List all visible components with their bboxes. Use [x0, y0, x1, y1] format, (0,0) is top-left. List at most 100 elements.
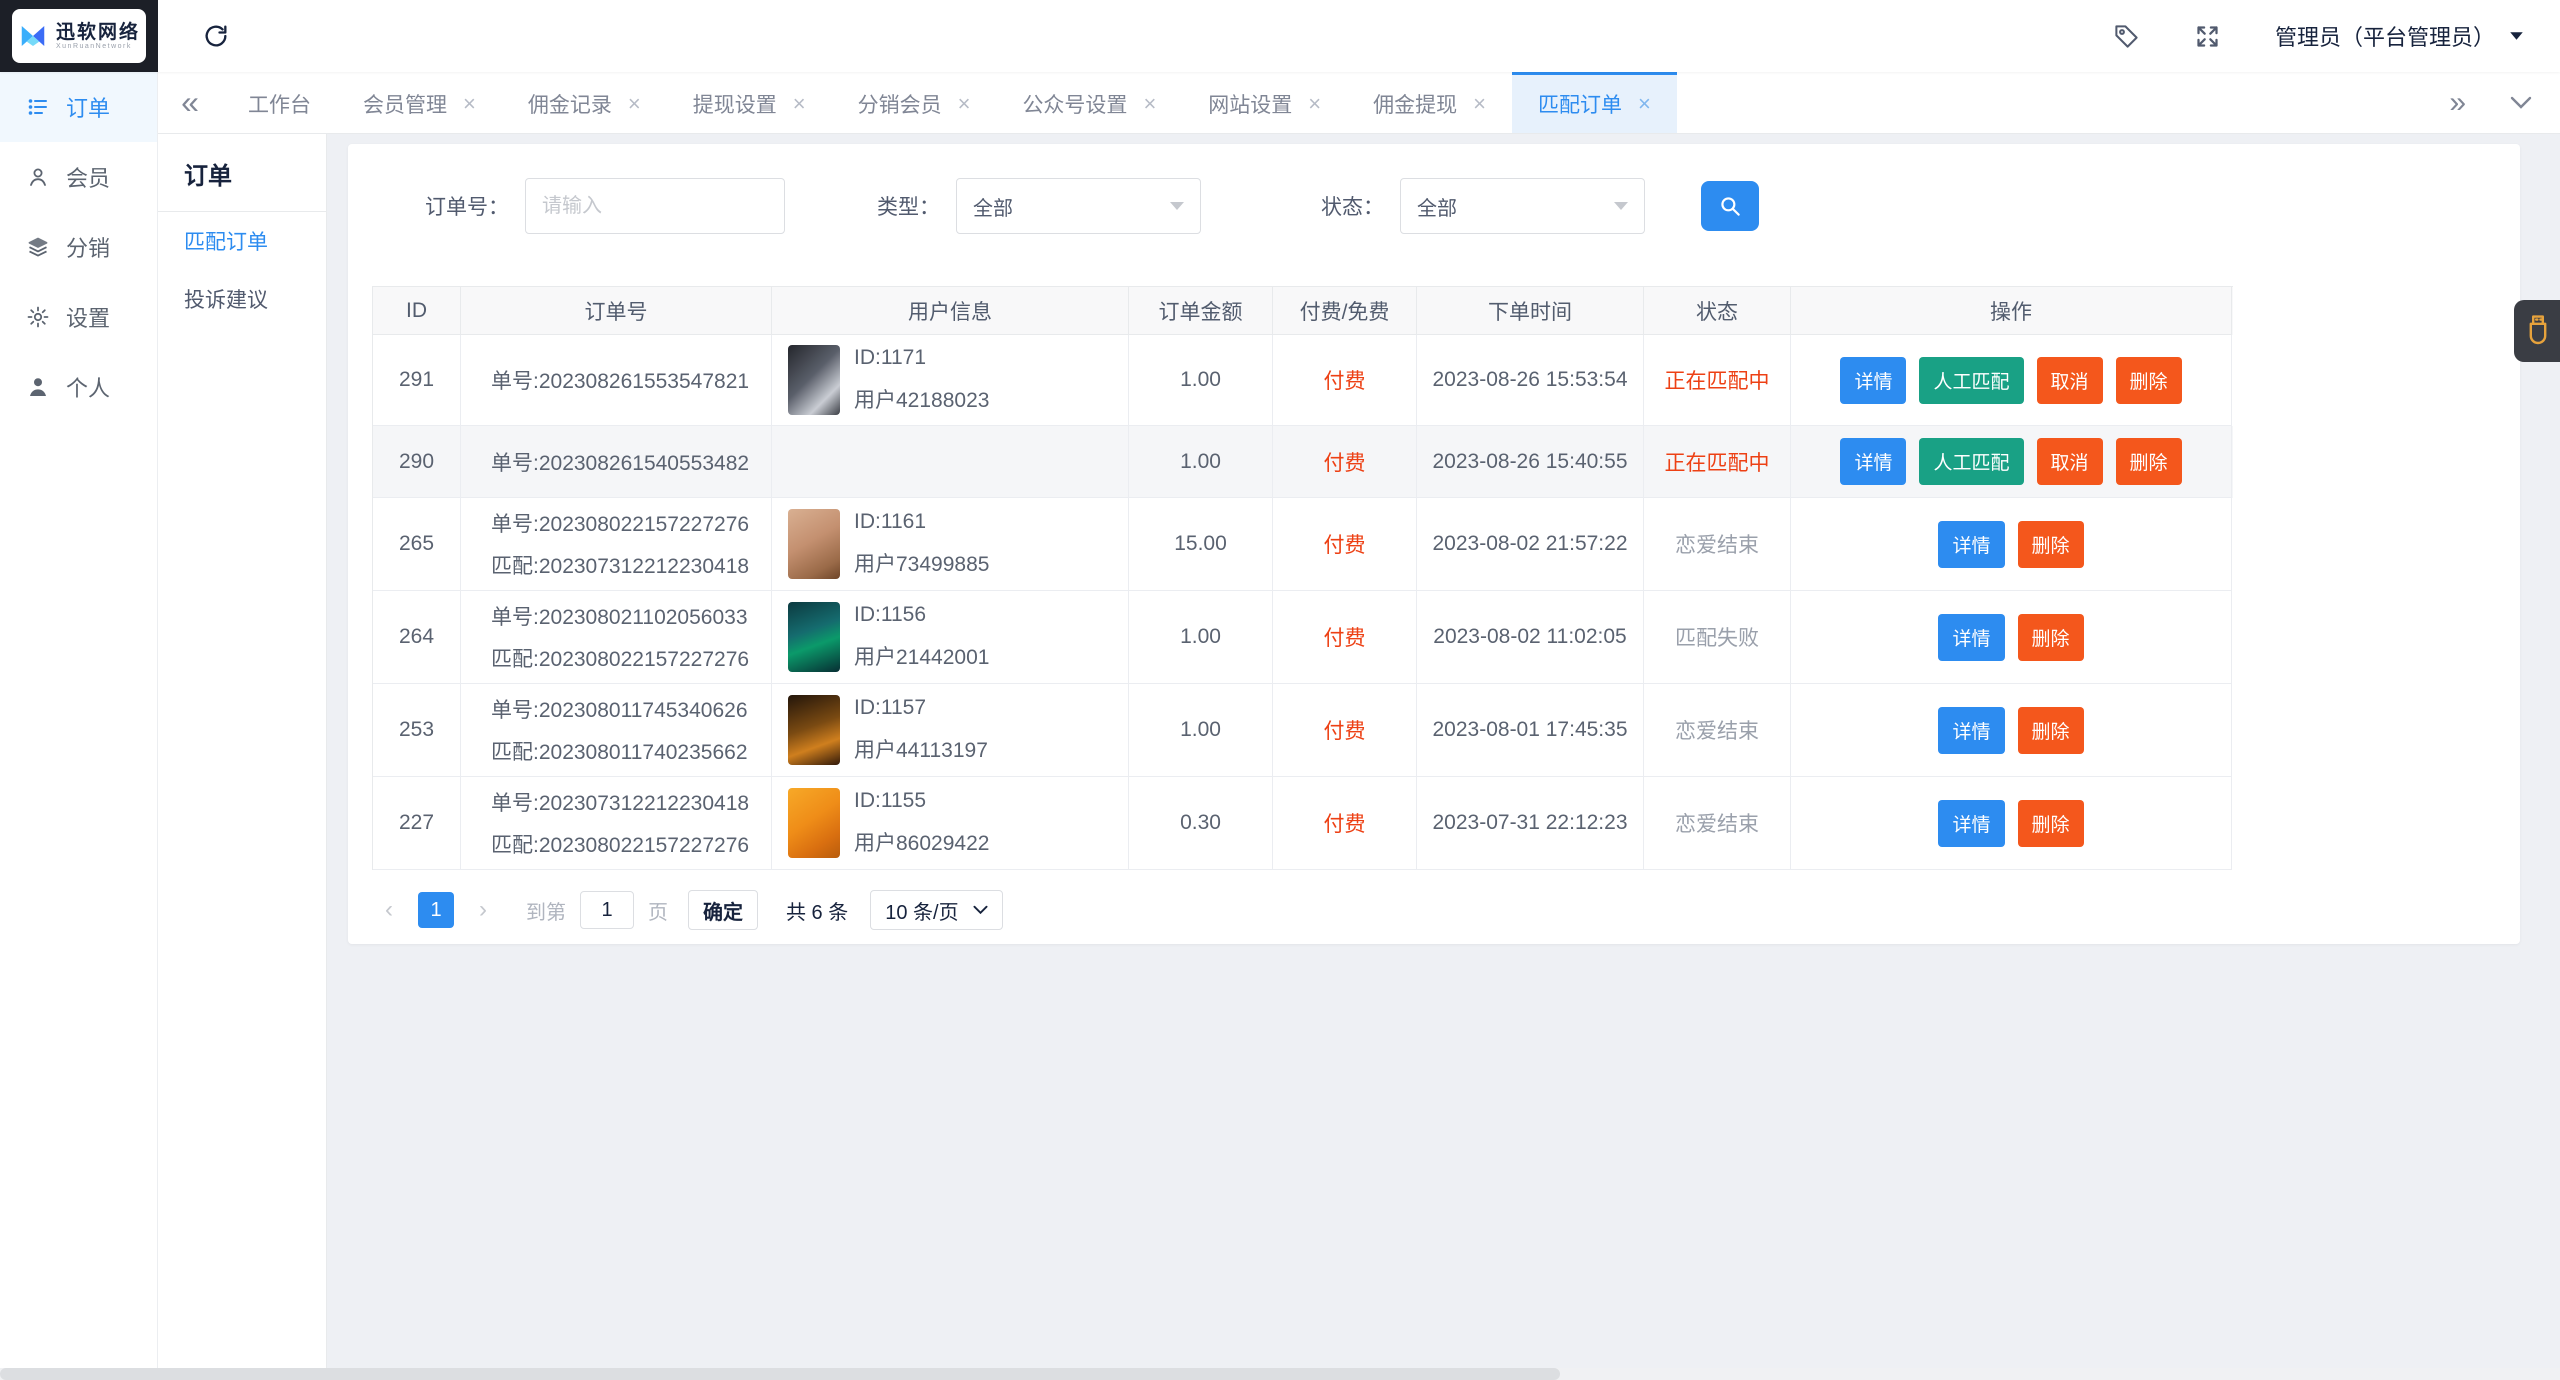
column-header: 用户信息 — [772, 287, 1129, 335]
detail-button[interactable]: 详情 — [1840, 438, 1907, 485]
detail-button[interactable]: 详情 — [1938, 520, 2005, 568]
order-no-input[interactable] — [525, 178, 785, 234]
cell-actions: 详情 人工匹配 取消 删除 — [1791, 335, 2232, 426]
user-name: 用户44113197 — [854, 739, 988, 762]
close-tab-icon[interactable]: × — [793, 93, 806, 115]
brand-logo[interactable]: 迅软网络 XunRuanNetwork — [12, 9, 146, 63]
sidebar-item-orders[interactable]: 订单 — [0, 72, 157, 142]
detail-button[interactable]: 详情 — [1938, 799, 2005, 847]
tab-item[interactable]: 网站设置 × — [1182, 72, 1347, 133]
next-page-icon[interactable]: › — [466, 892, 500, 928]
delete-order-button[interactable]: 删除 — [2017, 706, 2084, 754]
horizontal-scrollbar[interactable] — [0, 1368, 2560, 1380]
tab-label: 工作台 — [248, 94, 311, 117]
cell-id: 290 — [373, 426, 461, 498]
type-select-value: 全部 — [973, 197, 1013, 220]
order-no-label: 订单号： — [425, 196, 509, 219]
sidebar-item-distribution[interactable]: 分销 — [0, 212, 157, 282]
user-id: ID:1171 — [854, 346, 926, 369]
tab-item[interactable]: 会员管理 × — [337, 72, 502, 133]
cancel-order-button[interactable]: 取消 — [2036, 356, 2103, 404]
delete-order-button[interactable]: 删除 — [2017, 520, 2084, 568]
tab-label: 网站设置 — [1208, 94, 1293, 117]
goto-page-input[interactable] — [580, 891, 634, 929]
cell-order-no: 单号:202308261553547821 — [461, 335, 772, 426]
scroll-tabs-right-icon[interactable]: » — [2449, 86, 2466, 120]
confirm-page-button[interactable]: 确定 — [688, 890, 758, 930]
scrollbar-thumb[interactable] — [0, 1368, 1560, 1380]
tab-item[interactable]: 公众号设置 × — [996, 72, 1182, 133]
close-tab-icon[interactable]: × — [1143, 93, 1156, 115]
submenu-item[interactable]: 投诉建议 — [158, 270, 326, 328]
tab-item[interactable]: 佣金提现 × — [1347, 72, 1512, 133]
order-no-line: 单号:202308021102056033 — [491, 606, 748, 629]
close-tab-icon[interactable]: × — [958, 93, 971, 115]
status-label: 状态： — [1321, 196, 1384, 219]
tab-item[interactable]: 分销会员 × — [832, 72, 997, 133]
sidebar-item-member[interactable]: 会员 — [0, 142, 157, 212]
manual-match-button[interactable]: 人工匹配 — [1919, 356, 2024, 404]
search-button[interactable] — [1701, 181, 1759, 231]
scroll-tabs-left-icon[interactable]: « — [158, 72, 222, 133]
detail-button[interactable]: 详情 — [1938, 706, 2005, 754]
close-tab-icon[interactable]: × — [1308, 93, 1321, 115]
submenu-item-label: 投诉建议 — [184, 289, 268, 312]
close-tab-icon[interactable]: × — [628, 93, 641, 115]
delete-order-button[interactable]: 删除 — [2017, 613, 2084, 661]
close-tab-icon[interactable]: × — [1473, 93, 1486, 115]
sidebar-item-profile[interactable]: 个人 — [0, 352, 157, 422]
column-header: 状态 — [1644, 287, 1791, 335]
tabs-menu-icon[interactable] — [2510, 96, 2532, 110]
sidebar-item-label: 分销 — [66, 236, 111, 261]
profile-icon — [26, 375, 50, 399]
tag-icon[interactable] — [2113, 23, 2140, 50]
detail-button[interactable]: 详情 — [1840, 356, 1907, 404]
sidebar-item-settings[interactable]: 设置 — [0, 282, 157, 352]
user-name: 用户86029422 — [854, 832, 990, 855]
orders-icon — [26, 95, 50, 119]
page-number-button[interactable]: 1 — [418, 892, 454, 928]
cell-amount: 0.30 — [1129, 777, 1273, 870]
sidebar-item-label: 个人 — [66, 376, 111, 401]
cell-fee-type: 付费 — [1273, 335, 1417, 426]
total-count-label: 共 6 条 — [786, 901, 849, 924]
page-size-select[interactable]: 10 条/页 — [870, 890, 1003, 930]
tab-item[interactable]: 工作台 — [222, 72, 337, 133]
manual-match-button[interactable]: 人工匹配 — [1919, 438, 2024, 485]
delete-order-button[interactable]: 删除 — [2115, 356, 2182, 404]
cancel-order-button[interactable]: 取消 — [2036, 438, 2103, 485]
cell-id: 253 — [373, 684, 461, 777]
column-header: 订单号 — [461, 287, 772, 335]
admin-menu[interactable]: 管理员（平台管理员） — [2275, 20, 2524, 52]
pagination: ‹ 1 › 到第 页 确定 共 6 条 10 条/页 — [372, 890, 2520, 930]
tab-item[interactable]: 佣金记录 × — [502, 72, 667, 133]
close-tab-icon[interactable]: × — [463, 93, 476, 115]
admin-name: 管理员（平台管理员） — [2274, 25, 2495, 50]
type-select[interactable]: 全部 — [956, 178, 1201, 234]
column-header: 操作 — [1791, 287, 2232, 335]
user-id: ID:1156 — [854, 603, 926, 626]
detail-button[interactable]: 详情 — [1938, 613, 2005, 661]
delete-order-button[interactable]: 删除 — [2115, 438, 2182, 485]
cell-order-time: 2023-08-26 15:53:54 — [1417, 335, 1644, 426]
submenu-item[interactable]: 匹配订单 — [158, 212, 326, 270]
cell-fee-type: 付费 — [1273, 684, 1417, 777]
order-no-line: 单号:202308011745340626 — [491, 699, 748, 722]
order-no-line: 单号:202308261540553482 — [491, 451, 750, 475]
page-suffix-label: 页 — [648, 901, 668, 924]
cell-order-no: 单号:202308021102056033 匹配:2023080221572272… — [461, 591, 772, 684]
content-area: 订单号： 类型： 全部 状态： 全部 ID订单号用户信息订单金额付费/免费下单时… — [327, 134, 2560, 1380]
table-row: 290 单号:202308261540553482 1.00 付费 2023-08-26… — [373, 426, 2233, 498]
table-row: 227 单号:202307312212230418 匹配:2023080221572… — [373, 777, 2233, 870]
status-select[interactable]: 全部 — [1400, 178, 1645, 234]
prev-page-icon[interactable]: ‹ — [372, 892, 406, 928]
tab-item[interactable]: 匹配订单 × — [1512, 72, 1677, 133]
refresh-icon[interactable] — [202, 22, 230, 50]
floating-tool-button[interactable] — [2514, 300, 2560, 362]
cell-user-info: ID:1156 用户21442001 — [772, 591, 1129, 684]
delete-order-button[interactable]: 删除 — [2017, 799, 2084, 847]
tab-item[interactable]: 提现设置 × — [667, 72, 832, 133]
cell-amount: 1.00 — [1129, 591, 1273, 684]
fullscreen-icon[interactable] — [2194, 23, 2221, 50]
close-tab-icon[interactable]: × — [1638, 93, 1651, 115]
